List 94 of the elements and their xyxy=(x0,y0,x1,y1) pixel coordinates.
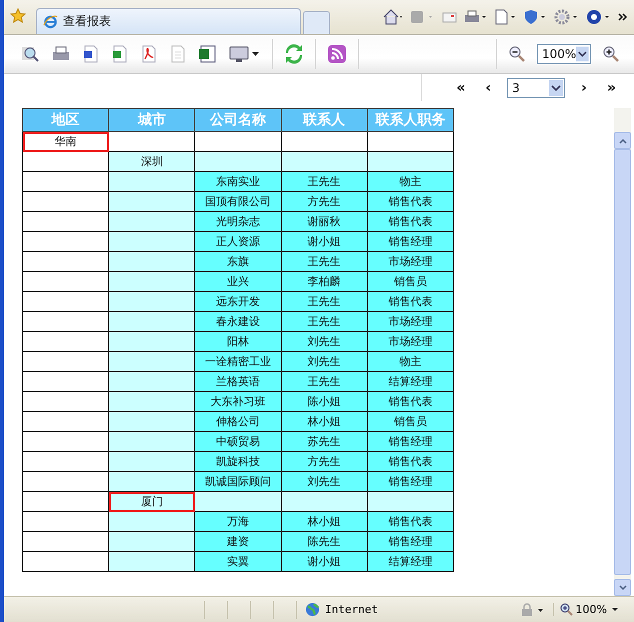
printer-icon[interactable] xyxy=(464,9,488,25)
search-icon[interactable] xyxy=(20,44,40,64)
monitor-icon[interactable] xyxy=(229,44,261,64)
table-cell: 结算经理 xyxy=(367,552,454,572)
table-cell: 李柏麟 xyxy=(281,272,368,292)
table-cell: 苏先生 xyxy=(281,432,368,452)
table-cell: 方先生 xyxy=(281,452,368,472)
next-page-button[interactable]: › xyxy=(577,80,591,96)
table-cell: 销售代表 xyxy=(367,212,454,232)
table-cell: 万海 xyxy=(194,512,282,532)
table-cell: 厦门 xyxy=(108,492,195,512)
table-cell: 王先生 xyxy=(281,172,368,192)
shield-icon[interactable] xyxy=(524,9,548,25)
table-cell: 市场经理 xyxy=(367,312,454,332)
pdf-document-icon[interactable] xyxy=(140,44,158,64)
table-cell: 谢小姐 xyxy=(281,552,368,572)
table-cell: 物主 xyxy=(367,172,454,192)
browser-tab[interactable]: 查看报表 xyxy=(36,8,301,34)
zoom-level-button[interactable]: 100% xyxy=(552,603,620,616)
table-cell: 远东开发 xyxy=(194,292,282,312)
page-select[interactable]: 3 xyxy=(507,78,566,98)
page-icon[interactable] xyxy=(494,9,518,25)
table-cell: 结算经理 xyxy=(367,372,454,392)
table-cell: 中硕贸易 xyxy=(194,432,282,452)
table-cell: 业兴 xyxy=(194,272,282,292)
table-cell: 销售代表 xyxy=(367,512,454,532)
tab-title: 查看报表 xyxy=(63,13,111,30)
zoom-icon xyxy=(560,603,573,616)
table-cell: 正人资源 xyxy=(194,232,282,252)
spreadsheet-export-icon[interactable] xyxy=(198,44,218,64)
table-cell: 销售代表 xyxy=(367,392,454,412)
last-page-button[interactable]: » xyxy=(602,80,620,96)
caret-icon xyxy=(610,606,620,612)
table-cell: 王先生 xyxy=(281,292,368,312)
scroll-down-icon[interactable] xyxy=(618,584,626,590)
table-cell: 凯诚国际顾问 xyxy=(194,472,282,492)
table-cell: 市场经理 xyxy=(367,252,454,272)
table-cell: 东旗 xyxy=(194,252,282,272)
table-cell: 销售代表 xyxy=(367,292,454,312)
table-cell: 王先生 xyxy=(281,252,368,272)
table-cell: 陈小姐 xyxy=(281,392,368,412)
table-cell: 销售员 xyxy=(367,412,454,432)
table-cell: 国顶有限公司 xyxy=(194,192,282,212)
table-cell: 销售经理 xyxy=(367,432,454,452)
word-document-icon[interactable] xyxy=(82,44,100,64)
table-cell: 深圳 xyxy=(108,152,195,172)
table-cell: 建资 xyxy=(194,532,282,552)
table-cell: 刘先生 xyxy=(281,472,368,492)
table-cell: 兰格英语 xyxy=(194,372,282,392)
excel-document-icon[interactable] xyxy=(111,44,129,64)
table-cell: 销售经理 xyxy=(367,532,454,552)
table-cell: 凯旋科技 xyxy=(194,452,282,472)
zoom-select[interactable]: 100% xyxy=(537,44,591,64)
table-cell: 一诠精密工业 xyxy=(194,352,282,372)
table-cell: 刘先生 xyxy=(281,352,368,372)
zoom-out-icon[interactable] xyxy=(508,45,526,63)
table-cell: 大东补习班 xyxy=(194,392,282,412)
scroll-up-icon[interactable] xyxy=(618,138,626,144)
gear-icon[interactable] xyxy=(554,9,580,25)
security-zone-text: Internet xyxy=(325,603,378,616)
table-cell: 东南实业 xyxy=(194,172,282,192)
table-cell: 销售经理 xyxy=(367,472,454,492)
table-cell: 谢小姐 xyxy=(281,232,368,252)
table-cell: 销售代表 xyxy=(367,192,454,212)
table-cell: 光明杂志 xyxy=(194,212,282,232)
table-cell: 销售员 xyxy=(367,272,454,292)
chevron-icon[interactable] xyxy=(618,12,628,22)
globe-icon xyxy=(305,602,320,617)
previous-page-button[interactable]: ‹ xyxy=(481,80,496,96)
table-cell: 春永建设 xyxy=(194,312,282,332)
first-page-button[interactable]: « xyxy=(452,80,470,96)
zoom-in-icon[interactable] xyxy=(602,45,620,63)
table-cell: 陈先生 xyxy=(281,532,368,552)
favorites-star-icon[interactable] xyxy=(10,8,26,24)
table-cell: 林小姐 xyxy=(281,412,368,432)
scrollbar[interactable] xyxy=(614,108,631,596)
table-cell: 刘先生 xyxy=(281,332,368,352)
refresh-icon[interactable] xyxy=(284,44,304,64)
home-icon[interactable] xyxy=(382,9,404,25)
table-cell: 王先生 xyxy=(281,372,368,392)
table-cell: 谢丽秋 xyxy=(281,212,368,232)
table-cell: 林小姐 xyxy=(281,512,368,532)
browser-logo-icon xyxy=(43,14,58,29)
table-cell: 华南 xyxy=(22,132,109,152)
table-cell: 销售代表 xyxy=(367,452,454,472)
table-cell: 市场经理 xyxy=(367,332,454,352)
table-cell: 王先生 xyxy=(281,312,368,332)
table-cell: 物主 xyxy=(367,352,454,372)
table-cell: 伸格公司 xyxy=(194,412,282,432)
table-cell: 实翼 xyxy=(194,552,282,572)
table-cell: 销售经理 xyxy=(367,232,454,252)
table-cell: 方先生 xyxy=(281,192,368,212)
help-icon[interactable] xyxy=(586,9,612,25)
table-cell: 阳林 xyxy=(194,332,282,352)
